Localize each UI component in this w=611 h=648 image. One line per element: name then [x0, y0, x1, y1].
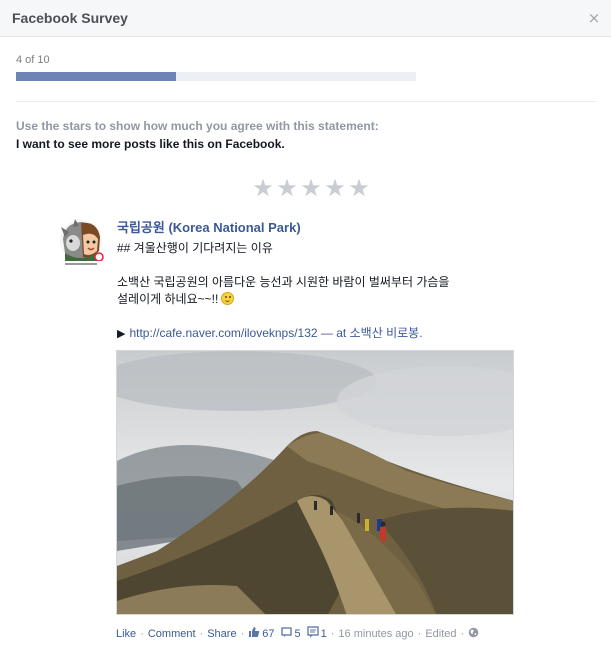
star-2-icon[interactable]: ★ [275, 175, 299, 201]
mountain-photo-image [117, 351, 513, 614]
dialog-header: Facebook Survey × [0, 0, 611, 37]
post-photo[interactable] [116, 350, 514, 615]
progress-bar-fill [16, 72, 176, 81]
post-text: 설레이게 하네요~~!! [117, 292, 219, 306]
comments-count[interactable]: 1 [321, 628, 327, 640]
star-3-icon[interactable]: ★ [299, 175, 323, 201]
arrow-icon: ▶ [117, 327, 126, 340]
separator-dot: · [417, 627, 422, 640]
smile-emoticon-icon [221, 292, 235, 305]
post-text-line: 소백산 국립공원의 아름다운 능선과 시원한 바람이 벌써부터 가슴을 [117, 275, 450, 289]
globe-icon[interactable] [468, 627, 479, 641]
separator-dot: · [140, 627, 144, 640]
survey-dialog: Facebook Survey × 4 of 10 Use the stars … [0, 0, 611, 648]
separator-dot: · [460, 627, 465, 640]
share-icon[interactable] [280, 626, 293, 641]
progress-bar [16, 72, 416, 81]
comment-link[interactable]: Comment [148, 628, 196, 640]
progress-text: 4 of 10 [16, 54, 50, 66]
location-separator: — at [320, 326, 347, 340]
survey-instruction: Use the stars to show how much you agree… [16, 119, 379, 133]
location-link[interactable]: 소백산 비로봉 [350, 326, 420, 340]
post-link-line: ▶ http://cafe.naver.com/iloveknps/132 — a… [117, 324, 423, 341]
mascot-icon [60, 219, 104, 267]
post-text-line: ## 겨울산행이 기다려지는 이유 [117, 241, 273, 255]
divider [16, 101, 596, 102]
share-link[interactable]: Share [207, 628, 236, 640]
period: . [419, 326, 423, 340]
dialog-title: Facebook Survey [12, 10, 128, 26]
post-text-line: 설레이게 하네요~~!! [117, 290, 235, 307]
comment-icon[interactable] [306, 626, 319, 641]
separator-dot: · [199, 627, 204, 640]
edited-label[interactable]: Edited [425, 628, 456, 640]
star-rating: ★ ★ ★ ★ ★ [251, 175, 371, 201]
post-timestamp[interactable]: 16 minutes ago [338, 628, 413, 640]
like-link[interactable]: Like [116, 628, 136, 640]
separator-dot: · [330, 627, 335, 640]
page-avatar[interactable] [57, 217, 105, 269]
thumbs-up-icon[interactable] [248, 626, 260, 641]
star-1-icon[interactable]: ★ [251, 175, 275, 201]
close-button[interactable]: × [587, 9, 601, 27]
shares-count[interactable]: 5 [295, 628, 301, 640]
post-link[interactable]: http://cafe.naver.com/iloveknps/132 [129, 326, 317, 340]
page-name-link[interactable]: 국립공원 (Korea National Park) [117, 217, 301, 236]
star-5-icon[interactable]: ★ [347, 175, 371, 201]
post-footer: Like · Comment · Share · 67 5 1 · 16 min… [116, 626, 479, 641]
survey-statement: I want to see more posts like this on Fa… [16, 137, 285, 151]
separator-dot: · [240, 627, 245, 640]
star-4-icon[interactable]: ★ [323, 175, 347, 201]
likes-count[interactable]: 67 [262, 628, 274, 640]
